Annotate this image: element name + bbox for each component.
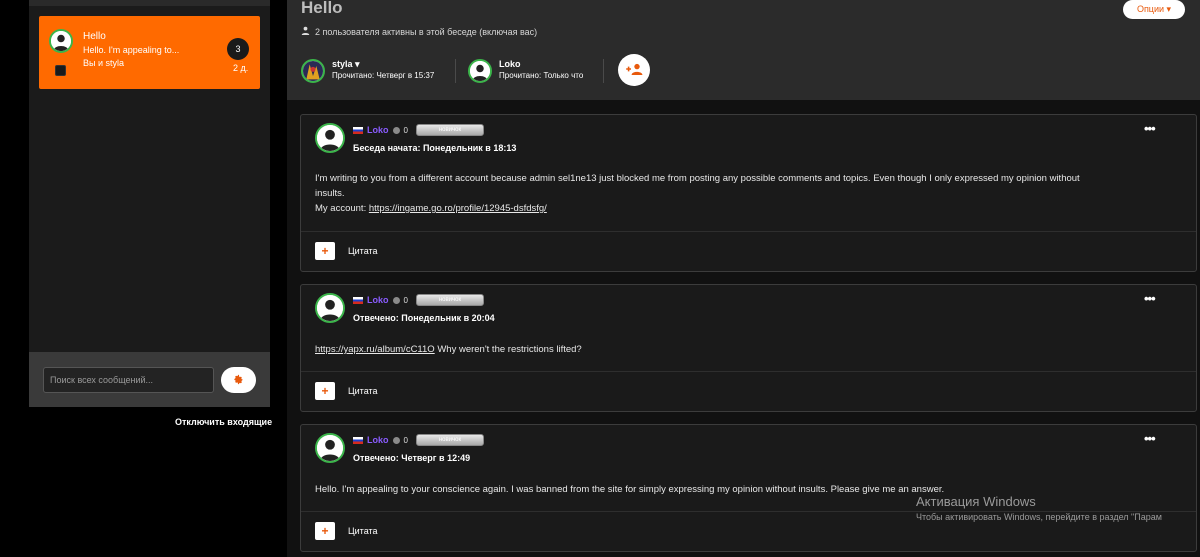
avatar: [315, 123, 345, 153]
russia-flag-icon: [353, 126, 363, 134]
quote-label[interactable]: Цитата: [348, 246, 378, 256]
participant-read-status: Прочитано: Только что: [499, 71, 584, 80]
participant-divider: [455, 59, 456, 83]
reputation-count: 0: [403, 295, 408, 305]
participant-name: Loko: [499, 59, 521, 69]
avatar: [315, 433, 345, 463]
russia-flag-icon: [353, 296, 363, 304]
message-text: Why weren't the restrictions lifted?: [434, 344, 582, 355]
search-settings-button[interactable]: [221, 367, 256, 393]
rank-badge: новичок: [415, 294, 484, 306]
conversation-title: Hello: [83, 31, 106, 42]
more-options-icon[interactable]: •••: [1144, 121, 1156, 136]
conversation-snippet: Hello. I'm appealing to...: [83, 45, 180, 55]
message-post: Loko 0 новичок Отвечено: Понедельник в 2…: [300, 284, 1197, 412]
page-title: Hello: [301, 0, 343, 17]
divider: [301, 371, 1196, 372]
options-button[interactable]: Опции ▾: [1123, 0, 1185, 19]
participant-read-status: Прочитано: Четверг в 15:37: [332, 71, 435, 80]
app-root: Hello Hello. I'm appealing to... Вы и st…: [0, 0, 1200, 557]
conversation-header: Hello Опции ▾ 2 пользователя активны в э…: [287, 0, 1200, 100]
message-meta: Отвечено: Четверг в 12:49: [353, 453, 471, 463]
user-icon: [301, 26, 310, 37]
unread-count-badge: 3: [227, 38, 249, 60]
message-body: Hello. I'm appealing to your conscience …: [315, 484, 945, 495]
message-text-line: My account: https://ingame.go.ro/profile…: [315, 201, 1080, 216]
message-meta: Отвечено: Понедельник в 20:04: [353, 313, 495, 323]
gear-icon: [233, 373, 244, 388]
rank-badge: новичок: [415, 434, 484, 446]
add-participant-button[interactable]: [618, 54, 650, 86]
album-link[interactable]: https://yapx.ru/album/cC11O: [315, 344, 435, 355]
participant-name: styla ▾: [332, 59, 360, 69]
more-options-icon[interactable]: •••: [1144, 431, 1156, 446]
message-author: Loko 0 новичок: [353, 434, 484, 446]
message-text-line: I'm writing to you from a different acco…: [315, 173, 1080, 184]
participant-styla[interactable]: styla ▾ Прочитано: Четверг в 15:37: [301, 56, 451, 86]
avatar: [49, 29, 73, 53]
message-text-line: insults.: [315, 188, 345, 199]
username-link[interactable]: Loko: [367, 125, 389, 135]
reputation-icon: [392, 126, 400, 134]
quote-label[interactable]: Цитата: [348, 386, 378, 396]
username-link[interactable]: Loko: [367, 435, 389, 445]
account-label: My account:: [315, 203, 369, 214]
quote-button[interactable]: +: [315, 242, 335, 260]
conversation-item-hello[interactable]: Hello Hello. I'm appealing to... Вы и st…: [39, 16, 260, 89]
message-author: Loko 0 новичок: [353, 294, 484, 306]
message-author: Loko 0 новичок: [353, 124, 484, 136]
russia-flag-icon: [353, 436, 363, 444]
add-user-icon: [625, 63, 643, 78]
disable-incoming-link[interactable]: Отключить входящие: [175, 417, 272, 427]
avatar: [301, 59, 325, 83]
conversation-sidebar: Hello Hello. I'm appealing to... Вы и st…: [29, 0, 270, 407]
rank-badge: новичок: [415, 124, 484, 136]
avatar: [468, 59, 492, 83]
message-body: I'm writing to you from a different acco…: [315, 171, 1080, 216]
windows-activation-title: Активация Windows: [916, 494, 1036, 509]
reputation-icon: [392, 296, 400, 304]
quote-button[interactable]: +: [315, 522, 335, 540]
avatar: [315, 293, 345, 323]
participant-loko[interactable]: Loko Прочитано: Только что: [468, 56, 603, 86]
search-bar: [29, 352, 270, 407]
conversation-age: 2 д.: [233, 63, 249, 73]
message-meta: Беседа начата: Понедельник в 18:13: [353, 143, 517, 153]
more-options-icon[interactable]: •••: [1144, 291, 1156, 306]
message-post: Loko 0 новичок Отвечено: Четверг в 12:49…: [300, 424, 1197, 552]
sidebar-top-divider: [29, 0, 270, 6]
reputation-count: 0: [403, 435, 408, 445]
profile-link[interactable]: https://ingame.go.ro/profile/12945-dsfds…: [369, 203, 547, 214]
conversation-members: Вы и styla: [83, 58, 125, 68]
conversation-main: Hello Опции ▾ 2 пользователя активны в э…: [287, 0, 1200, 557]
participant-divider: [603, 59, 604, 83]
message-body: https://yapx.ru/album/cC11O Why weren't …: [315, 342, 582, 357]
active-users-line: 2 пользователя активны в этой беседе (вк…: [301, 26, 537, 37]
reputation-count: 0: [403, 125, 408, 135]
reputation-icon: [392, 436, 400, 444]
active-users-text: 2 пользователя активны в этой беседе (вк…: [315, 26, 538, 37]
quote-label[interactable]: Цитата: [348, 526, 378, 536]
conversation-select-checkbox[interactable]: [55, 65, 66, 76]
search-input[interactable]: [43, 367, 214, 393]
username-link[interactable]: Loko: [367, 295, 389, 305]
windows-activation-subtitle: Чтобы активировать Windows, перейдите в …: [916, 512, 1162, 522]
quote-button[interactable]: +: [315, 382, 335, 400]
message-post: Loko 0 новичок Беседа начата: Понедельни…: [300, 114, 1197, 272]
divider: [301, 231, 1196, 232]
